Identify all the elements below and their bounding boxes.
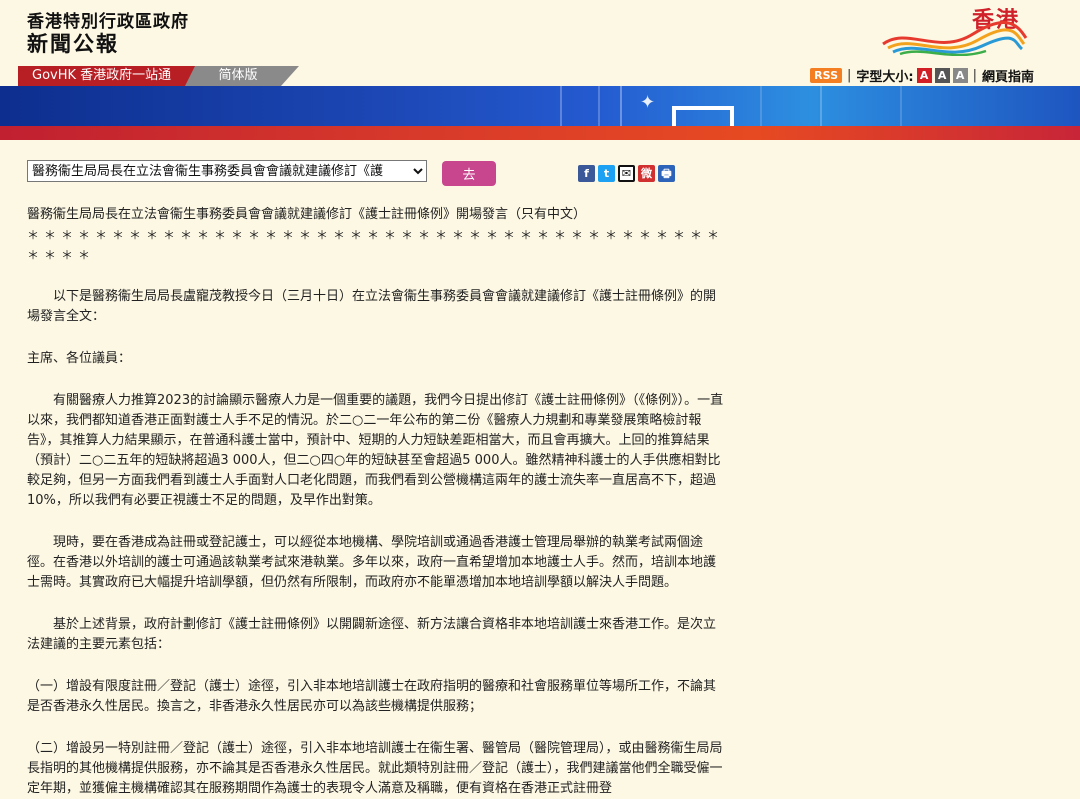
article-content: 醫務衞生局局長在立法會衞生事務委員會會議就建議修訂《護 去 f t ✉ 微 🖶 …	[27, 150, 727, 799]
article-paragraph: 有關醫療人力推算2023的討論顯示醫療人力是一個重要的議題，我們今日提出修訂《護…	[27, 393, 724, 508]
facebook-icon[interactable]: f	[578, 165, 595, 182]
article-intro: 以下是醫務衞生局局長盧寵茂教授今日（三月十日）在立法會衞生事務委員會會議就建議修…	[27, 289, 717, 324]
govhk-link[interactable]: GovHK 香港政府一站通	[18, 66, 208, 86]
story-select[interactable]: 醫務衞生局局長在立法會衞生事務委員會會議就建議修訂《護	[27, 160, 427, 182]
sparkle-icon: ✦	[640, 92, 656, 113]
site-guide-link[interactable]: 網頁指南	[982, 66, 1034, 85]
print-icon[interactable]: 🖶	[658, 165, 675, 182]
divider: |	[847, 68, 852, 83]
weibo-icon[interactable]: 微	[638, 165, 655, 182]
site-header: 香港特別行政區政府 新聞公報 香港	[0, 0, 1080, 66]
go-button[interactable]: 去	[442, 161, 496, 186]
font-size-small-button[interactable]: A	[916, 68, 932, 83]
rss-link[interactable]: RSS	[810, 68, 842, 83]
email-icon[interactable]: ✉	[618, 165, 635, 182]
article-title: 醫務衞生局局長在立法會衞生事務委員會會議就建議修訂《護士註冊條例》開場發言（只有…	[27, 207, 587, 222]
dragon-logo-icon	[882, 21, 1028, 56]
divider: |	[972, 68, 977, 83]
article-paragraph: 基於上述背景，政府計劃修訂《護士註冊條例》以開闢新途徑、新方法讓合資格非本地培訓…	[27, 617, 717, 652]
simplified-chinese-link[interactable]: 简体版	[185, 66, 299, 86]
article-toolbar: 醫務衞生局局長在立法會衞生事務委員會會議就建議修訂《護 去 f t ✉ 微 🖶	[27, 150, 727, 186]
brand-hong-kong-logo[interactable]: 香港	[878, 2, 1028, 58]
banner-red-stripe	[0, 126, 1080, 140]
font-size-medium-button[interactable]: A	[934, 68, 950, 83]
banner-image: ✦	[0, 86, 1080, 140]
article-paragraph: （一）增設有限度註冊／登記（護士）途徑，引入非本地培訓護士在政府指明的醫療和社會…	[27, 679, 717, 714]
title-separator: ＊＊＊＊＊＊＊＊＊＊＊＊＊＊＊＊＊＊＊＊＊＊＊＊＊＊＊＊＊＊＊＊＊＊＊＊＊＊＊＊…	[27, 228, 725, 262]
font-size-label: 字型大小:	[856, 70, 914, 85]
twitter-icon[interactable]: t	[598, 165, 615, 182]
share-icons: f t ✉ 微 🖶	[578, 165, 675, 182]
nav-bar: GovHK 香港政府一站通 简体版 RSS | 字型大小: A A A | 網頁…	[0, 66, 1080, 86]
press-releases-title[interactable]: 新聞公報	[27, 28, 119, 58]
utility-links: RSS | 字型大小: A A A | 網頁指南	[810, 66, 1034, 85]
article-salutation: 主席、各位議員：	[27, 351, 132, 366]
article-paragraph: （二）增設另一特別註冊／登記（護士）途徑，引入非本地培訓護士在衞生署、醫管局（醫…	[27, 741, 723, 796]
article-paragraph: 現時，要在香港成為註冊或登記護士，可以經從本地機構、學院培訓或通過香港護士管理局…	[27, 535, 717, 590]
font-size-large-button[interactable]: A	[952, 68, 968, 83]
